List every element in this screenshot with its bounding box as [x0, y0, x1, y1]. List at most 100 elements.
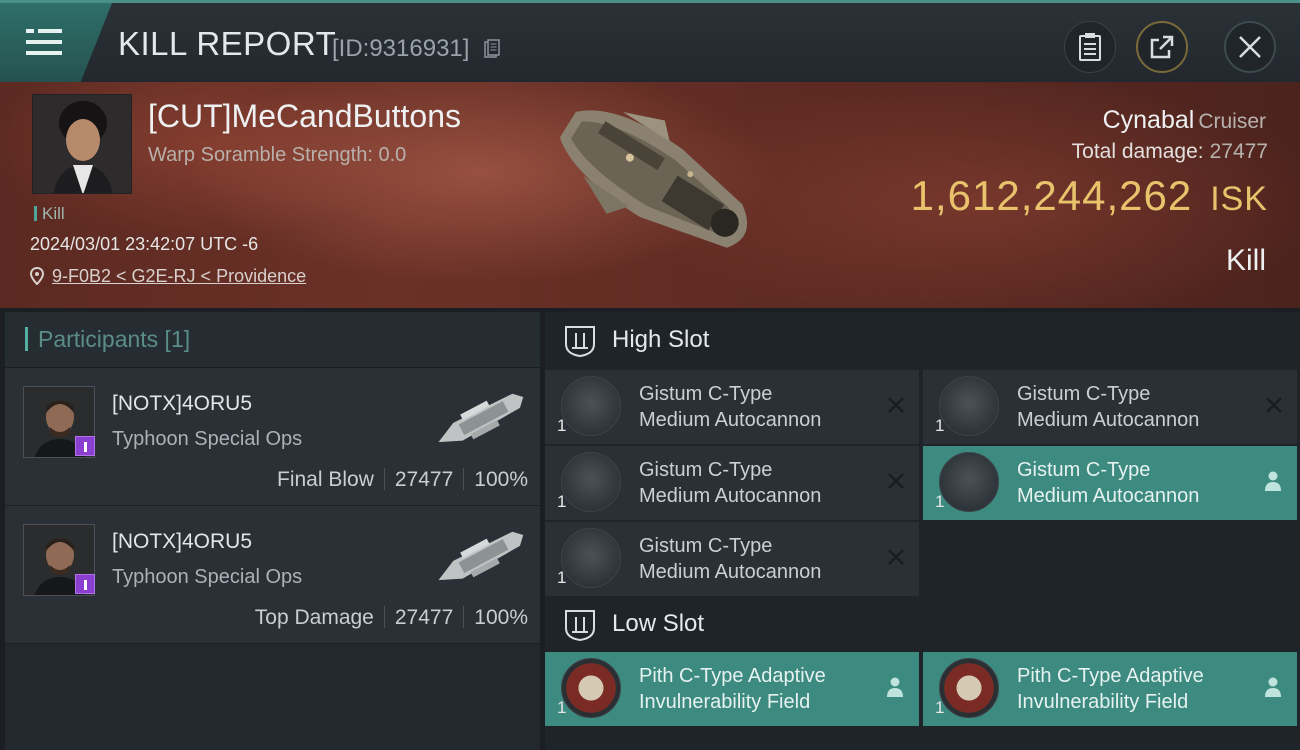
- module-name-line2: Medium Autocannon: [639, 561, 822, 583]
- victim-ship-name[interactable]: Cynabal Cruiser: [1103, 106, 1266, 135]
- module-name: Gistum C-Type Medium Autocannon: [1017, 381, 1199, 433]
- participant-ship-image[interactable]: [425, 518, 535, 598]
- menu-button[interactable]: [0, 3, 112, 82]
- module-quantity: 1: [557, 568, 567, 587]
- share-button[interactable]: [1136, 21, 1188, 73]
- low-slot-label: Low Slot: [612, 610, 705, 637]
- module-name-line1: Gistum C-Type: [1017, 383, 1151, 405]
- participant-name[interactable]: [NOTX]4ORU5: [112, 392, 252, 416]
- module-name-line2: Medium Autocannon: [1017, 485, 1200, 507]
- location-pin-icon: [29, 266, 45, 286]
- total-damage-label: Total damage:: [1071, 140, 1204, 163]
- warp-scramble-strength: Warp Soramble Strength: 0.0: [148, 144, 407, 166]
- module-item[interactable]: 1 Gistum C-Type Medium Autocannon: [545, 370, 919, 444]
- victim-ship-image[interactable]: [520, 92, 780, 272]
- module-name: Gistum C-Type Medium Autocannon: [1017, 457, 1199, 509]
- fitting-panel: High Slot 1 Gistum C-Type Medium Autocann…: [545, 312, 1300, 750]
- participant-damage: 27477: [394, 468, 454, 491]
- participant-role: Final Blow: [277, 468, 374, 491]
- participant-row[interactable]: [NOTX]4ORU5 Typhoon Special Ops Final Bl…: [5, 368, 540, 506]
- module-name: Gistum C-Type Medium Autocannon: [639, 381, 821, 433]
- module-name-line1: Gistum C-Type: [1017, 459, 1151, 481]
- module-name: Gistum C-Type Medium Autocannon: [639, 533, 821, 585]
- module-name: Gistum C-Type Medium Autocannon: [639, 457, 821, 509]
- corp-badge-icon: [75, 436, 95, 456]
- copy-icon[interactable]: [484, 39, 500, 59]
- kill-datetime: 2024/03/01 23:42:07 UTC -6: [30, 234, 259, 254]
- destroyed-icon: [888, 473, 904, 489]
- participants-title: Participants [1]: [38, 326, 191, 352]
- isk-amount: 1,612,244,262: [910, 172, 1193, 219]
- module-item[interactable]: 1 Gistum C-Type Medium Autocannon: [923, 446, 1297, 520]
- ship-name-text: Cynabal: [1102, 106, 1195, 134]
- autocannon-icon: [939, 376, 999, 436]
- module-quantity: 1: [557, 698, 567, 717]
- low-slot-icon: [565, 610, 595, 642]
- participant-damage: 27477: [394, 606, 454, 629]
- stat-divider: [383, 606, 385, 628]
- close-button[interactable]: [1224, 21, 1276, 73]
- total-damage-value: 27477: [1209, 140, 1268, 163]
- location-link[interactable]: 9-F0B2 < G2E-RJ < Providence: [29, 266, 306, 287]
- shield-module-icon: [561, 658, 621, 718]
- module-item[interactable]: 1 Gistum C-Type Medium Autocannon: [545, 446, 919, 520]
- title-bar: KILL REPORT [ID:9316931]: [0, 0, 1300, 82]
- participants-header: Participants [1]: [5, 312, 540, 368]
- participant-ship-image[interactable]: [425, 380, 535, 460]
- autocannon-icon: [561, 376, 621, 436]
- total-damage: Total damage: 27477: [1072, 140, 1268, 164]
- stat-divider: [383, 468, 385, 490]
- participants-panel: Participants [1] [NOTX]4ORU5 Typhoon Spe…: [5, 312, 540, 750]
- result-label: Kill: [1225, 244, 1266, 277]
- module-item[interactable]: 1 Gistum C-Type Medium Autocannon: [545, 522, 919, 596]
- participant-percent: 100%: [474, 606, 528, 629]
- clipboard-button[interactable]: [1064, 21, 1116, 73]
- isk-unit: ISK: [1210, 180, 1268, 218]
- corp-badge-icon: [75, 574, 95, 594]
- module-name-line1: Gistum C-Type: [639, 535, 773, 557]
- dropped-person-icon: [1265, 471, 1281, 491]
- victim-name[interactable]: [CUT]MeCandButtons: [148, 98, 461, 135]
- autocannon-icon: [561, 452, 621, 512]
- participant-row[interactable]: [NOTX]4ORU5 Typhoon Special Ops Top Dama…: [5, 506, 540, 644]
- dropped-person-icon: [887, 677, 903, 697]
- participant-role: Top Damage: [254, 606, 374, 629]
- dropped-person-icon: [1265, 677, 1281, 697]
- victim-portrait[interactable]: [32, 94, 132, 194]
- module-item[interactable]: 1 Gistum C-Type Medium Autocannon: [923, 370, 1297, 444]
- high-slot-label: High Slot: [612, 326, 710, 353]
- module-name: Pith C-Type Adaptive Invulnerability Fiel…: [639, 663, 826, 715]
- module-name-line1: Pith C-Type Adaptive: [639, 665, 826, 687]
- kill-type-tag: Kill: [34, 204, 65, 224]
- participant-stats: Top Damage 27477 100%: [255, 606, 528, 630]
- module-item[interactable]: 1 Pith C-Type Adaptive Invulnerability Fi…: [545, 652, 919, 726]
- participant-name[interactable]: [NOTX]4ORU5: [112, 530, 252, 554]
- kill-id: [ID:9316931]: [332, 35, 470, 62]
- module-name-line2: Medium Autocannon: [639, 409, 822, 431]
- ship-class: Cruiser: [1198, 110, 1266, 133]
- participant-percent: 100%: [474, 468, 528, 491]
- module-quantity: 1: [557, 416, 567, 435]
- destroyed-icon: [888, 397, 904, 413]
- module-name: Pith C-Type Adaptive Invulnerability Fiel…: [1017, 663, 1204, 715]
- clipboard-icon: [1079, 33, 1101, 61]
- low-slot-header: Low Slot: [545, 596, 1300, 654]
- participant-ship: Typhoon Special Ops: [112, 428, 303, 450]
- module-quantity: 1: [557, 492, 567, 511]
- participant-stats: Final Blow 27477 100%: [277, 468, 528, 492]
- victim-avatar-image: [33, 95, 131, 193]
- high-slot-icon: [565, 326, 595, 358]
- module-item[interactable]: 1 Pith C-Type Adaptive Invulnerability Fi…: [923, 652, 1297, 726]
- share-icon: [1150, 35, 1174, 59]
- module-name-line1: Gistum C-Type: [639, 459, 773, 481]
- shield-module-icon: [939, 658, 999, 718]
- high-slot-header: High Slot: [545, 312, 1300, 370]
- destroyed-icon: [1266, 397, 1282, 413]
- destroyed-icon: [888, 549, 904, 565]
- close-icon: [1239, 36, 1261, 58]
- autocannon-icon: [561, 528, 621, 588]
- module-quantity: 1: [935, 492, 945, 511]
- module-name-line2: Invulnerability Field: [639, 691, 811, 713]
- victim-banner: [CUT]MeCandButtons Warp Soramble Strengt…: [0, 82, 1300, 308]
- page-title: KILL REPORT: [118, 25, 337, 62]
